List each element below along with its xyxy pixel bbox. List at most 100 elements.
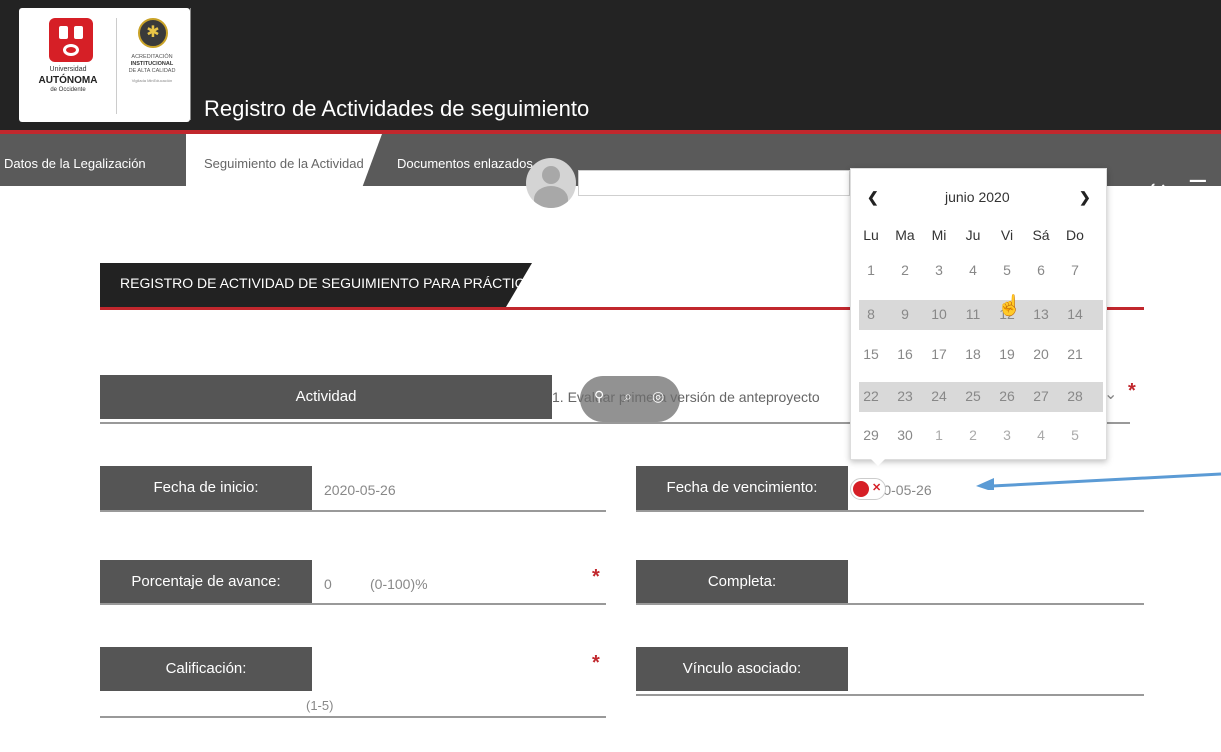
weekday-label: Lu (863, 227, 879, 243)
tab-documentos-enlazados[interactable]: Documentos enlazados (397, 156, 533, 171)
weekday-label: Ma (895, 227, 915, 243)
date-picker-caret (870, 458, 886, 466)
calendar-week: 15 16 17 18 19 20 21 (859, 340, 1103, 370)
acred-text-1: ACREDITACIÓN (131, 54, 173, 60)
porcentaje-underline (100, 603, 606, 605)
calendar-day[interactable]: 23 (889, 388, 921, 404)
calificacion-label: Calificación: (100, 647, 312, 691)
fecha-vencimiento-underline (636, 510, 1144, 512)
calendar-day[interactable]: 27 (1025, 388, 1057, 404)
uao-logo-mark (49, 18, 93, 62)
porcentaje-input[interactable]: 0 (324, 576, 332, 592)
logo-text-universidad: Universidad (49, 66, 87, 73)
calendar-day[interactable]: 13 (1025, 306, 1057, 322)
calificacion-underline (100, 716, 606, 718)
calendar-day[interactable]: 14 (1059, 306, 1091, 322)
completa-underline (636, 603, 1144, 605)
close-icon: ✕ (872, 482, 882, 494)
header-text-field[interactable] (578, 170, 850, 196)
university-logo[interactable]: Universidad AUTÓNOMA de Occidente ✱ ACRE… (19, 8, 190, 122)
fecha-inicio-underline (100, 510, 606, 512)
pin-icon[interactable]: ⚲ (594, 388, 604, 405)
calendar-day-next-month[interactable]: 2 (957, 427, 989, 443)
calendar-day[interactable]: 17 (923, 346, 955, 362)
calendar-day[interactable]: 22 (855, 388, 887, 404)
completa-label: Completa: (636, 560, 848, 604)
weekday-label: Do (1066, 227, 1084, 243)
calendar-day[interactable]: 16 (889, 346, 921, 362)
acred-text-2: INSTITUCIONAL (130, 61, 174, 67)
calendar-week: 22 23 24 25 26 27 28 (859, 382, 1103, 412)
calificacion-required-mark: * (592, 652, 600, 674)
calendar-day[interactable]: 11 (957, 306, 989, 322)
calendar-day[interactable]: 2 (889, 262, 921, 278)
porcentaje-label: Porcentaje de avance: (100, 560, 312, 604)
calendar-week: 1 2 3 4 5 6 7 (859, 256, 1103, 286)
actividad-label: Actividad (100, 375, 552, 419)
completa-toggle[interactable]: ✕ (850, 478, 886, 500)
porcentaje-required-mark: * (592, 566, 600, 588)
calendar-day[interactable]: 25 (957, 388, 989, 404)
weekday-label: Sá (1032, 227, 1050, 243)
calendar-day[interactable]: 7 (1059, 262, 1091, 278)
vinculo-underline (636, 694, 1144, 696)
vinculo-label: Vínculo asociado: (636, 647, 848, 691)
menu-icon[interactable]: ☰ (1188, 176, 1208, 202)
seal-icon: ✱ (138, 18, 168, 48)
acred-text-3: DE ALTA CALIDAD (128, 68, 176, 74)
floating-toolbar[interactable]: ⚲ ⌕ ◎ (580, 376, 680, 422)
fecha-inicio-label: Fecha de inicio: (100, 466, 312, 510)
app-header: Universidad AUTÓNOMA de Occidente ✱ ACRE… (0, 0, 1221, 133)
calendar-day-next-month[interactable]: 4 (1025, 427, 1057, 443)
tab-datos-legalizacion[interactable]: Datos de la Legalización (4, 156, 146, 171)
fecha-inicio-input[interactable]: 2020-05-26 (324, 482, 396, 498)
calendar-day[interactable]: 28 (1059, 388, 1091, 404)
logo-text-autonoma: AUTÓNOMA (38, 75, 98, 86)
calendar-day[interactable]: 29 (855, 427, 887, 443)
calendar-day[interactable]: 26 (991, 388, 1023, 404)
uao-logo: Universidad AUTÓNOMA de Occidente (27, 14, 109, 118)
calendar-day[interactable]: 18 (957, 346, 989, 362)
calificacion-hint: (1-5) (306, 698, 334, 713)
zoom-icon[interactable]: ⌕ (624, 388, 632, 405)
user-avatar[interactable] (526, 158, 576, 208)
calendar-week: 29 30 1 2 3 4 5 (859, 421, 1103, 451)
calendar-day-next-month[interactable]: 5 (1059, 427, 1091, 443)
calendar-day[interactable]: 5 (991, 262, 1023, 278)
calendar-day[interactable]: 8 (855, 306, 887, 322)
tab-seguimiento-actividad[interactable]: Seguimiento de la Actividad (204, 156, 364, 171)
calendar-day[interactable]: 1 (855, 262, 887, 278)
calendar-day[interactable]: 15 (855, 346, 887, 362)
calendar-day[interactable]: 24 (923, 388, 955, 404)
weekday-label: Mi (931, 227, 947, 243)
logo-text-occidente: de Occidente (50, 87, 86, 93)
page-title: Registro de Actividades de seguimiento (204, 96, 590, 121)
calendar-week: 8 9 10 11 12 13 14 (859, 300, 1103, 330)
calendar-day-next-month[interactable]: 3 (991, 427, 1023, 443)
section-title: REGISTRO DE ACTIVIDAD DE SEGUIMIENTO PAR… (120, 275, 544, 291)
calendar-day[interactable]: 30 (889, 427, 921, 443)
calendar-day[interactable]: 4 (957, 262, 989, 278)
weekday-label: Vi (1000, 227, 1014, 243)
porcentaje-hint: (0-100)% (370, 576, 428, 592)
calendar-day[interactable]: 6 (1025, 262, 1057, 278)
annotation-arrow-icon (976, 472, 1221, 490)
calendar-day[interactable]: 19 (991, 346, 1023, 362)
hand-cursor-icon: ☝ (997, 295, 1022, 317)
tab-active-corner (362, 134, 382, 188)
calendar-day[interactable]: 3 (923, 262, 955, 278)
weekday-label: Ju (965, 227, 981, 243)
calendar-day[interactable]: 20 (1025, 346, 1057, 362)
calendar-day[interactable]: 21 (1059, 346, 1091, 362)
picker-month-label[interactable]: junio 2020 (945, 189, 1010, 205)
calendar-day-next-month[interactable]: 1 (923, 427, 955, 443)
chevron-right-icon[interactable]: ❯ (1079, 189, 1091, 206)
location-icon[interactable]: ◎ (652, 388, 664, 405)
fecha-vencimiento-label: Fecha de vencimiento: (636, 466, 848, 510)
chevron-left-icon[interactable]: ❮ (867, 189, 879, 206)
logout-icon[interactable]: ↪ (1150, 176, 1168, 202)
calendar-day[interactable]: 10 (923, 306, 955, 322)
logo-separator (116, 18, 117, 114)
calendar-day[interactable]: 9 (889, 306, 921, 322)
date-picker: ❮ junio 2020 ❯ Lu Ma Mi Ju Vi Sá Do 1 2 … (850, 168, 1107, 460)
